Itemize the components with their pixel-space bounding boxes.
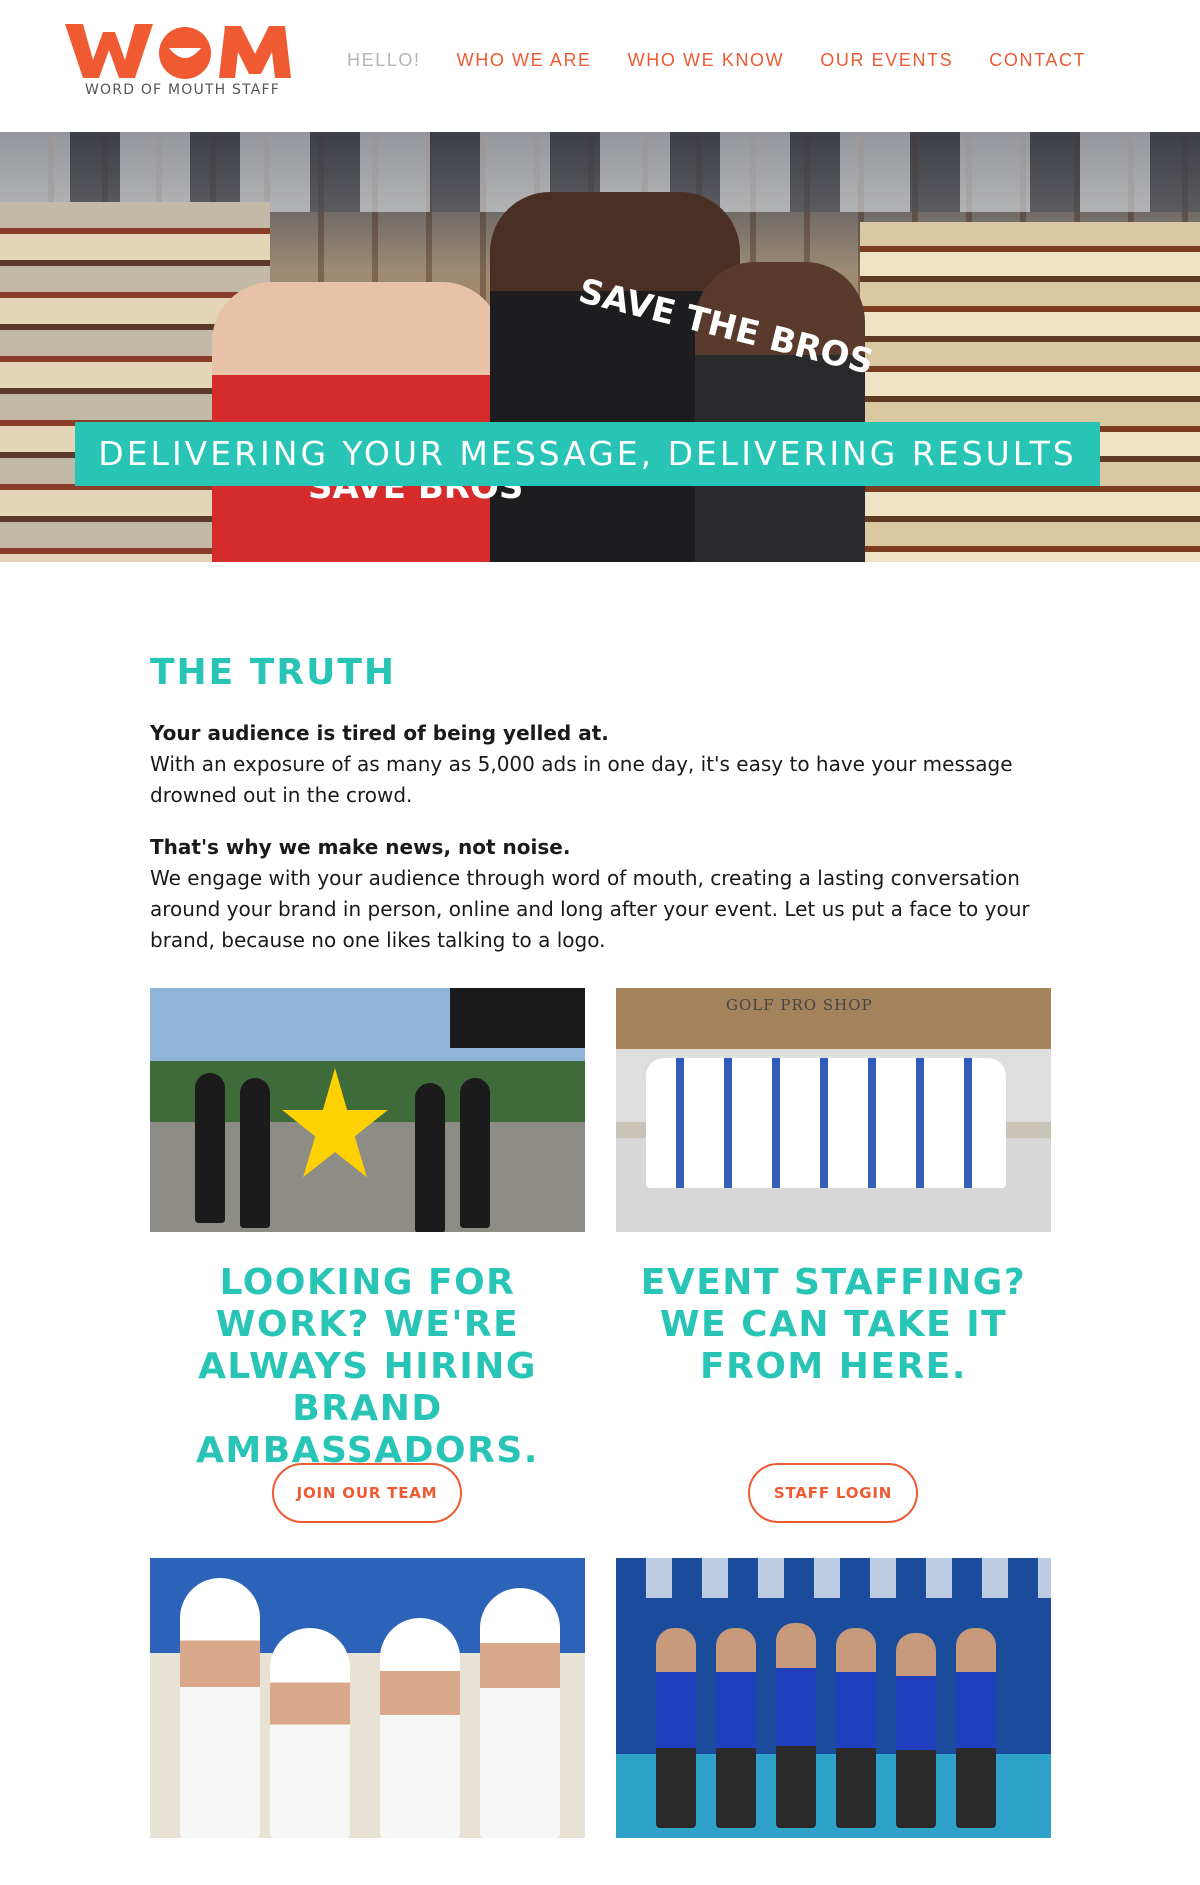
callout-looking-for-work: LOOKING FOR WORK? WE'RE ALWAYS HIRING BR… bbox=[196, 1262, 539, 1471]
photo-bud-light-models bbox=[616, 1558, 1051, 1838]
hero-image: SAVE BROS SAVE THE BROS DELIVERING YOUR … bbox=[0, 132, 1200, 562]
nav-hello[interactable]: HELLO! bbox=[347, 50, 421, 71]
photo-carls-jr-promo bbox=[150, 988, 585, 1232]
section-title-truth: THE TRUTH bbox=[150, 652, 397, 693]
staff-login-button[interactable]: STAFF LOGIN bbox=[748, 1463, 918, 1523]
nav-who-we-are[interactable]: WHO WE ARE bbox=[457, 50, 592, 71]
truth-paragraph-1-lead: Your audience is tired of being yelled a… bbox=[150, 721, 609, 745]
golf-pro-shop-sign: GOLF PRO SHOP bbox=[726, 996, 873, 1014]
wom-logo-mark bbox=[65, 24, 291, 79]
star-mascot bbox=[282, 1068, 388, 1178]
hero-banner: DELIVERING YOUR MESSAGE, DELIVERING RESU… bbox=[75, 422, 1100, 486]
nav-contact[interactable]: CONTACT bbox=[989, 50, 1086, 71]
wom-logo[interactable]: WORD OF MOUTH STAFF bbox=[65, 20, 305, 100]
callout-event-staffing: EVENT STAFFING? WE CAN TAKE IT FROM HERE… bbox=[640, 1262, 1027, 1387]
truth-paragraph-1-body: With an exposure of as many as 5,000 ads… bbox=[150, 752, 1013, 807]
logo-tagline: WORD OF MOUTH STAFF bbox=[85, 82, 281, 98]
main-nav: HELLO! WHO WE ARE WHO WE KNOW OUR EVENTS… bbox=[347, 50, 1122, 71]
photo-chefs-promo bbox=[150, 1558, 585, 1838]
truth-paragraph-1: Your audience is tired of being yelled a… bbox=[150, 718, 1050, 811]
join-our-team-button[interactable]: JOIN OUR TEAM bbox=[272, 1463, 462, 1523]
hero-shelves-right bbox=[860, 222, 1200, 562]
truth-paragraph-2-lead: That's why we make news, not noise. bbox=[150, 835, 571, 859]
truth-paragraph-2-body: We engage with your audience through wor… bbox=[150, 866, 1030, 952]
nav-our-events[interactable]: OUR EVENTS bbox=[820, 50, 953, 71]
site-header: WORD OF MOUTH STAFF HELLO! WHO WE ARE WH… bbox=[0, 0, 1200, 132]
nav-who-we-know[interactable]: WHO WE KNOW bbox=[628, 50, 785, 71]
truth-paragraph-2: That's why we make news, not noise. We e… bbox=[150, 832, 1050, 956]
photo-golf-pro-shop: GOLF PRO SHOP bbox=[616, 988, 1051, 1232]
